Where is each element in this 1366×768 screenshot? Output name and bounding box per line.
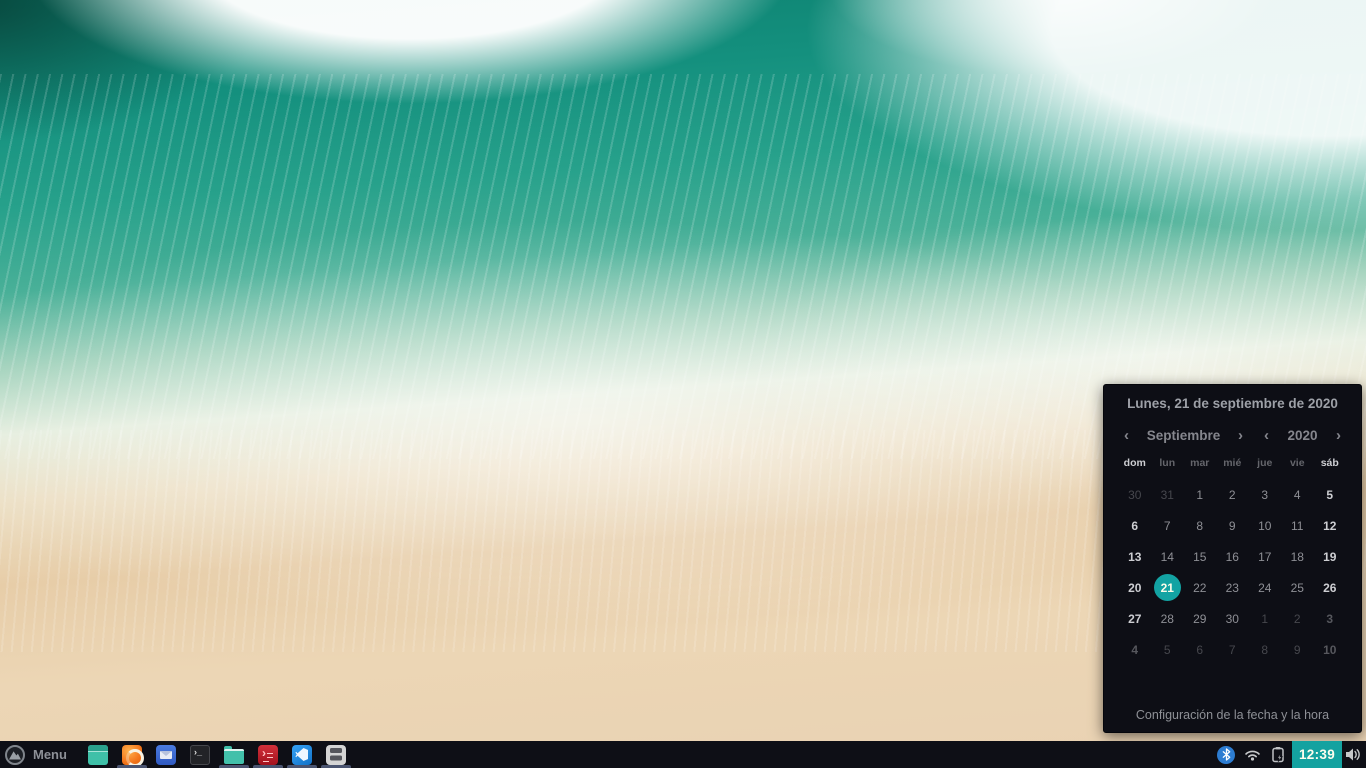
- menu-button[interactable]: Menu: [0, 741, 75, 768]
- clock-applet[interactable]: 12:39: [1292, 741, 1342, 768]
- calendar-day[interactable]: 28: [1151, 603, 1184, 634]
- app-window-group[interactable]: [319, 741, 353, 768]
- calendar-day[interactable]: 3: [1249, 479, 1282, 510]
- calendar-day[interactable]: 4: [1281, 479, 1314, 510]
- next-year-button[interactable]: ›: [1330, 428, 1348, 443]
- calendar-day[interactable]: 30: [1216, 603, 1249, 634]
- window-group-icon: [326, 745, 346, 765]
- calendar-day[interactable]: 12: [1314, 510, 1347, 541]
- app-mail[interactable]: [149, 741, 183, 768]
- month-label: Septiembre: [1136, 428, 1232, 443]
- calendar-day[interactable]: 1: [1249, 603, 1282, 634]
- calendar-day[interactable]: 10: [1249, 510, 1282, 541]
- files-icon: [224, 749, 244, 764]
- calendar-day[interactable]: 13: [1119, 541, 1152, 572]
- system-tray: [1217, 746, 1286, 764]
- calendar-day[interactable]: 8: [1184, 510, 1217, 541]
- calendar-day[interactable]: 24: [1249, 572, 1282, 603]
- dow-label: mar: [1184, 457, 1217, 469]
- terminal-icon: [190, 745, 210, 765]
- calendar-day[interactable]: 10: [1314, 634, 1347, 665]
- terminal-red-icon: [258, 745, 278, 765]
- calendar-day[interactable]: 3: [1314, 603, 1347, 634]
- vscode-icon: [292, 745, 312, 765]
- calendar-day[interactable]: 1: [1184, 479, 1217, 510]
- app-show-desktop[interactable]: [81, 741, 115, 768]
- battery-icon[interactable]: [1270, 746, 1286, 763]
- calendar-day[interactable]: 9: [1281, 634, 1314, 665]
- app-vscode[interactable]: [285, 741, 319, 768]
- bottom-panel: Menu 12:39: [0, 741, 1366, 768]
- dow-label: sáb: [1314, 457, 1347, 469]
- calendar-day[interactable]: 23: [1216, 572, 1249, 603]
- mint-logo-icon: [5, 745, 25, 765]
- calendar-day[interactable]: 16: [1216, 541, 1249, 572]
- calendar-day[interactable]: 7: [1151, 510, 1184, 541]
- volume-icon[interactable]: [1342, 747, 1364, 762]
- calendar-day[interactable]: 18: [1281, 541, 1314, 572]
- calendar-navigation: ‹ Septiembre › ‹ 2020 ›: [1104, 428, 1361, 443]
- calendar-day[interactable]: 2: [1281, 603, 1314, 634]
- calendar-day[interactable]: 29: [1184, 603, 1217, 634]
- calendar-day[interactable]: 8: [1249, 634, 1282, 665]
- day-of-week-header: domlunmarmiéjueviesáb: [1119, 457, 1347, 469]
- calendar-popup: Lunes, 21 de septiembre de 2020 ‹ Septie…: [1103, 384, 1362, 733]
- year-label: 2020: [1276, 428, 1330, 443]
- calendar-day[interactable]: 31: [1151, 479, 1184, 510]
- calendar-day[interactable]: 30: [1119, 479, 1152, 510]
- calendar-grid: 3031123456789101112131415161718192021222…: [1119, 479, 1347, 665]
- app-files[interactable]: [217, 741, 251, 768]
- dow-label: jue: [1249, 457, 1282, 469]
- menu-label: Menu: [33, 747, 67, 762]
- bluetooth-icon[interactable]: [1217, 746, 1235, 764]
- calendar-day[interactable]: 6: [1184, 634, 1217, 665]
- calendar-day[interactable]: 22: [1184, 572, 1217, 603]
- firefox-icon: [122, 745, 142, 765]
- app-terminal[interactable]: [183, 741, 217, 768]
- dow-label: mié: [1216, 457, 1249, 469]
- calendar-day[interactable]: 4: [1119, 634, 1152, 665]
- calendar-day[interactable]: 5: [1151, 634, 1184, 665]
- calendar-day[interactable]: 27: [1119, 603, 1152, 634]
- calendar-date-title: Lunes, 21 de septiembre de 2020: [1104, 396, 1361, 411]
- calendar-day[interactable]: 14: [1151, 541, 1184, 572]
- calendar-day[interactable]: 15: [1184, 541, 1217, 572]
- calendar-day-selected[interactable]: 21: [1151, 572, 1184, 603]
- next-month-button[interactable]: ›: [1232, 428, 1250, 443]
- calendar-day[interactable]: 17: [1249, 541, 1282, 572]
- dow-label: lun: [1151, 457, 1184, 469]
- calendar-day[interactable]: 9: [1216, 510, 1249, 541]
- calendar-day[interactable]: 5: [1314, 479, 1347, 510]
- datetime-settings-link[interactable]: Configuración de la fecha y la hora: [1104, 708, 1361, 722]
- app-terminal-red[interactable]: [251, 741, 285, 768]
- dow-label: dom: [1119, 457, 1152, 469]
- app-firefox[interactable]: [115, 741, 149, 768]
- calendar-day[interactable]: 25: [1281, 572, 1314, 603]
- prev-month-button[interactable]: ‹: [1118, 428, 1136, 443]
- mail-icon: [156, 745, 176, 765]
- window-list: [81, 741, 353, 768]
- calendar-day[interactable]: 2: [1216, 479, 1249, 510]
- dow-label: vie: [1281, 457, 1314, 469]
- calendar-day[interactable]: 26: [1314, 572, 1347, 603]
- calendar-day[interactable]: 19: [1314, 541, 1347, 572]
- show-desktop-icon: [88, 745, 108, 765]
- calendar-day[interactable]: 6: [1119, 510, 1152, 541]
- calendar-day[interactable]: 7: [1216, 634, 1249, 665]
- clock-time: 12:39: [1299, 747, 1335, 762]
- prev-year-button[interactable]: ‹: [1258, 428, 1276, 443]
- calendar-day[interactable]: 11: [1281, 510, 1314, 541]
- calendar-day[interactable]: 20: [1119, 572, 1152, 603]
- wifi-icon[interactable]: [1244, 748, 1261, 761]
